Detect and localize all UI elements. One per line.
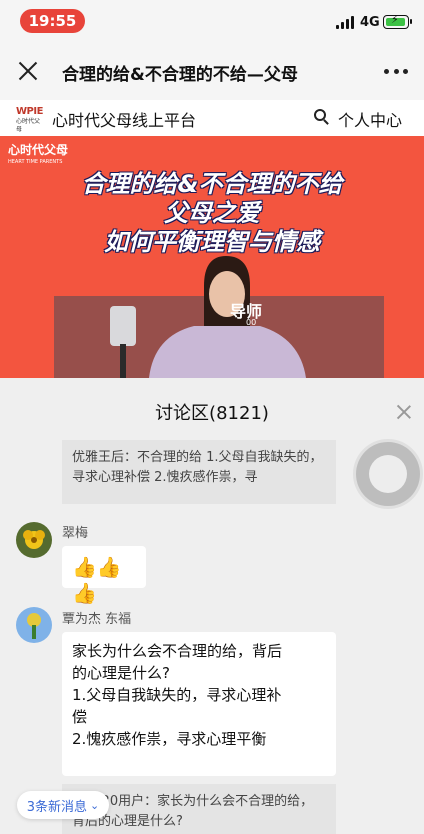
discussion-close-icon[interactable] bbox=[396, 404, 412, 420]
presenter-image bbox=[54, 256, 384, 378]
battery-icon: ⚡ bbox=[383, 13, 412, 29]
nav-bar: 合理的给&不合理的不给—父母 bbox=[0, 44, 424, 100]
user-name: 翠梅 bbox=[62, 526, 89, 541]
quoted-message: 优雅王后：不合理的给 1.父母自我缺失的，寻求心理补偿 2.愧疚感作祟，寻 bbox=[62, 440, 336, 504]
discussion-title: 讨论区(8121) bbox=[155, 403, 269, 424]
chevron-down-icon: ⌄ bbox=[90, 798, 100, 812]
avatar[interactable] bbox=[16, 607, 52, 643]
user-name: 覃为杰 东福 bbox=[62, 612, 132, 627]
avatar[interactable] bbox=[16, 522, 52, 558]
video-title: 合理的给&不合理的不给 父母之爱 如何平衡理智与情感 bbox=[81, 170, 343, 256]
discussion-panel: 讨论区(8121) 优雅王后：不合理的给 1.父母自我缺失的，寻求心理补偿 2.… bbox=[0, 378, 424, 834]
status-bar: 19:55 4G ⚡ bbox=[0, 0, 424, 44]
message-bubble: 👍👍👍 bbox=[62, 546, 146, 605]
video-time-label: 00 bbox=[246, 318, 257, 327]
site-logo[interactable]: WPIE 心时代父母 bbox=[16, 106, 44, 133]
video-logo: 心时代父母 HEART TIME PARENTS bbox=[8, 143, 69, 165]
site-name[interactable]: 心时代父母线上平台 bbox=[52, 107, 196, 131]
more-icon[interactable] bbox=[384, 69, 408, 75]
search-icon[interactable] bbox=[314, 109, 330, 125]
site-header: WPIE 心时代父母 心时代父母线上平台 个人中心 bbox=[0, 100, 424, 136]
close-icon[interactable] bbox=[16, 59, 40, 83]
floating-action-button[interactable] bbox=[356, 442, 420, 506]
video-player[interactable]: 心时代父母 HEART TIME PARENTS 合理的给&不合理的不给 父母之… bbox=[0, 136, 424, 378]
new-messages-button[interactable]: 3条新消息 ⌄ bbox=[17, 791, 109, 819]
message-bubble: 家长为什么会不合理的给，背后 的心理是什么? 1.父母自我缺失的，寻求心理补 偿… bbox=[62, 632, 336, 776]
status-time: 19:55 bbox=[20, 9, 85, 33]
network-type: 4G bbox=[360, 15, 380, 30]
signal-icon bbox=[336, 16, 356, 29]
personal-center-link[interactable]: 个人中心 bbox=[338, 107, 402, 131]
page-title: 合理的给&不合理的不给—父母 bbox=[62, 65, 298, 84]
